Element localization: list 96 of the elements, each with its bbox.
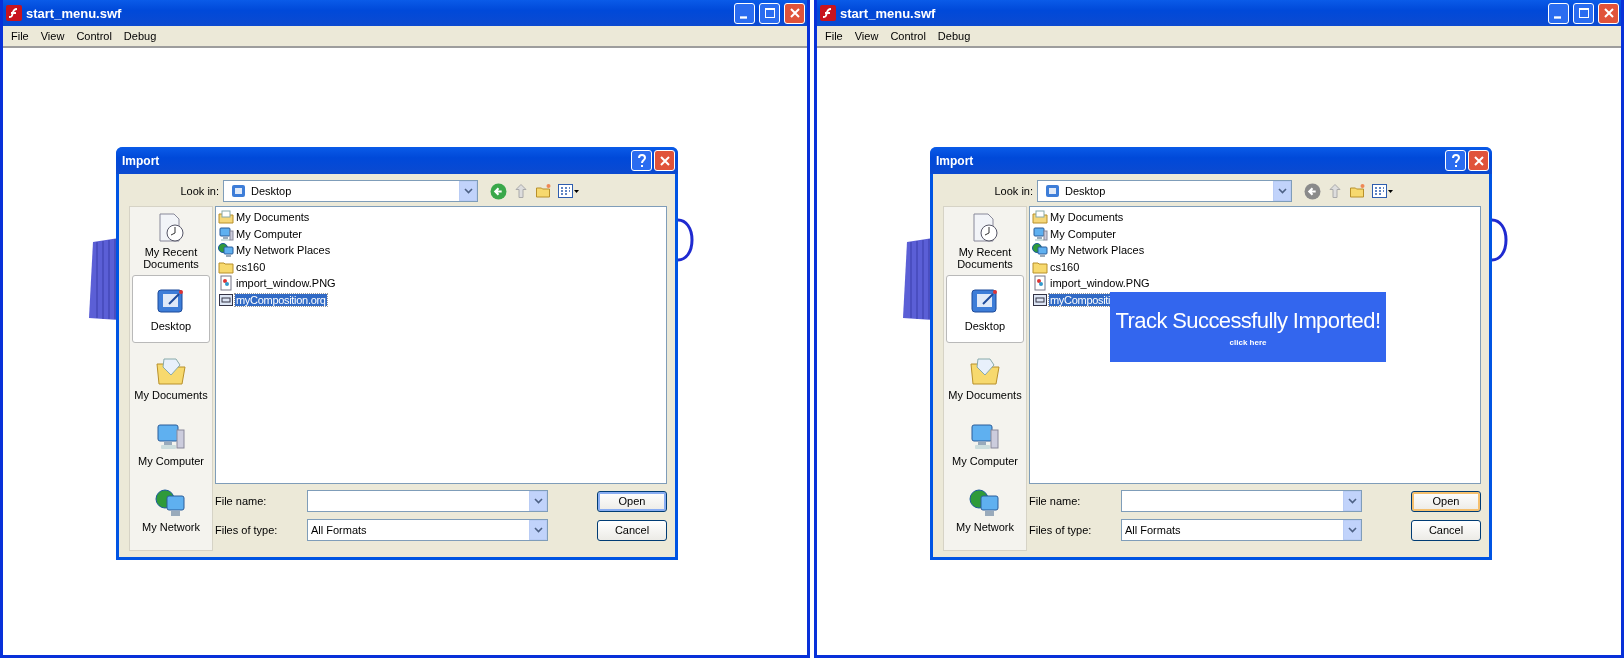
image-file-icon <box>218 275 234 291</box>
file-list-item[interactable]: My Computer <box>235 227 304 240</box>
file-icon <box>218 291 234 308</box>
menu-item[interactable]: Debug <box>117 30 163 42</box>
file-name-label: File name: <box>1029 495 1082 507</box>
arc-shape-drawing <box>676 218 694 262</box>
file-list-item[interactable]: cs160 <box>235 260 267 273</box>
close-icon <box>787 6 802 20</box>
desktop-icon <box>231 183 247 199</box>
places-item[interactable]: My Documents <box>946 346 1024 409</box>
file-type-dropdown[interactable]: All Formats <box>307 519 548 541</box>
help-button[interactable] <box>1445 150 1466 171</box>
menu-item[interactable]: Debug <box>931 30 977 42</box>
new-folder-icon[interactable] <box>1349 183 1366 199</box>
file-name-field[interactable] <box>1121 490 1362 512</box>
dialog-title: Import <box>122 153 161 168</box>
notification-link[interactable]: click here <box>1229 337 1267 347</box>
image-file-icon <box>1032 275 1048 291</box>
view-menu-icon[interactable] <box>1372 183 1394 199</box>
notification-title: Track Successfully Imported! <box>1115 307 1381 334</box>
back-icon[interactable] <box>490 182 507 200</box>
documents-folder-icon <box>218 209 234 225</box>
documents-folder-icon <box>1032 209 1048 225</box>
close-icon <box>1471 153 1486 168</box>
question-mark-icon <box>636 153 647 168</box>
help-button[interactable] <box>631 150 652 171</box>
network-computer-icon <box>969 486 1001 519</box>
menu-item[interactable]: File <box>819 30 849 42</box>
minimize-icon <box>1553 16 1561 19</box>
arc-shape-drawing <box>1490 218 1508 262</box>
places-item[interactable]: Desktop <box>946 275 1024 343</box>
computer-icon <box>1032 225 1048 242</box>
maximize-icon <box>1576 6 1591 20</box>
places-item[interactable]: My Recent Documents <box>946 209 1024 272</box>
close-icon <box>657 153 672 168</box>
maximize-icon <box>762 6 777 20</box>
files-of-type-label: Files of type: <box>215 524 279 536</box>
import-toast[interactable]: Track Successfully Imported! click here <box>1110 292 1386 362</box>
file-list-item[interactable]: myCompositi <box>1049 293 1112 306</box>
look-in-label: Look in: <box>993 185 1033 197</box>
minimize-button[interactable] <box>734 2 755 24</box>
look-in-dropdown[interactable]: Desktop <box>223 180 478 202</box>
cancel-button[interactable]: Cancel <box>597 519 667 541</box>
files-of-type-label: Files of type: <box>1029 524 1093 536</box>
places-item[interactable]: My Computer <box>946 412 1024 475</box>
menu-item[interactable]: Control <box>884 30 932 42</box>
cancel-button[interactable]: Cancel <box>1411 519 1481 541</box>
file-list-item[interactable]: cs160 <box>1049 260 1081 273</box>
close-button[interactable] <box>1598 2 1619 24</box>
network-computer-icon <box>155 486 187 519</box>
menu-item[interactable]: View <box>34 30 71 42</box>
maximize-button[interactable] <box>759 2 780 24</box>
places-item[interactable]: Desktop <box>132 275 210 343</box>
places-item[interactable]: My Documents <box>132 346 210 409</box>
window-title: start_menu.swf <box>840 5 937 21</box>
file-list-item[interactable]: My Documents <box>1049 211 1125 223</box>
file-type-dropdown[interactable]: All Formats <box>1121 519 1362 541</box>
places-item[interactable]: My Network <box>132 478 210 541</box>
desktop-icon <box>1045 183 1061 199</box>
menu-item[interactable]: File <box>5 30 35 42</box>
file-icon <box>1032 291 1048 308</box>
app-logo-icon <box>820 5 836 21</box>
places-item[interactable]: My Recent Documents <box>132 209 210 272</box>
file-list-item[interactable]: My Documents <box>235 211 311 223</box>
file-list-item[interactable]: My Network Places <box>1049 244 1146 256</box>
file-name-field[interactable] <box>307 490 548 512</box>
close-icon <box>1601 6 1616 20</box>
places-item[interactable]: My Network <box>946 478 1024 541</box>
menu-item[interactable]: View <box>848 30 885 42</box>
file-list-item[interactable]: My Network Places <box>235 244 332 256</box>
open-button[interactable]: Open <box>597 490 667 512</box>
file-list-item[interactable]: My Computer <box>1049 227 1118 240</box>
file-name-label: File name: <box>215 495 268 507</box>
minimize-button[interactable] <box>1548 2 1569 24</box>
file-list-item[interactable]: import_window.PNG <box>1049 277 1151 289</box>
computer-icon <box>218 225 234 242</box>
close-button[interactable] <box>1468 150 1489 171</box>
close-button[interactable] <box>654 150 675 171</box>
question-mark-icon <box>1450 153 1461 168</box>
file-list-item[interactable]: myComposition.orq <box>235 293 327 306</box>
open-button[interactable]: Open <box>1411 490 1481 512</box>
network-computer-icon <box>218 242 234 258</box>
places-item[interactable]: My Computer <box>132 412 210 475</box>
look-in-dropdown[interactable]: Desktop <box>1037 180 1292 202</box>
file-list-item[interactable]: import_window.PNG <box>235 277 337 289</box>
minimize-icon <box>739 16 747 19</box>
window-title: start_menu.swf <box>26 5 123 21</box>
network-computer-icon <box>1032 242 1048 258</box>
maximize-button[interactable] <box>1573 2 1594 24</box>
close-button[interactable] <box>784 2 805 24</box>
dialog-title: Import <box>936 153 975 168</box>
look-in-label: Look in: <box>179 185 219 197</box>
app-logo-icon <box>6 5 22 21</box>
new-folder-icon[interactable] <box>535 183 552 199</box>
menu-item[interactable]: Control <box>70 30 118 42</box>
view-menu-icon[interactable] <box>558 183 580 199</box>
